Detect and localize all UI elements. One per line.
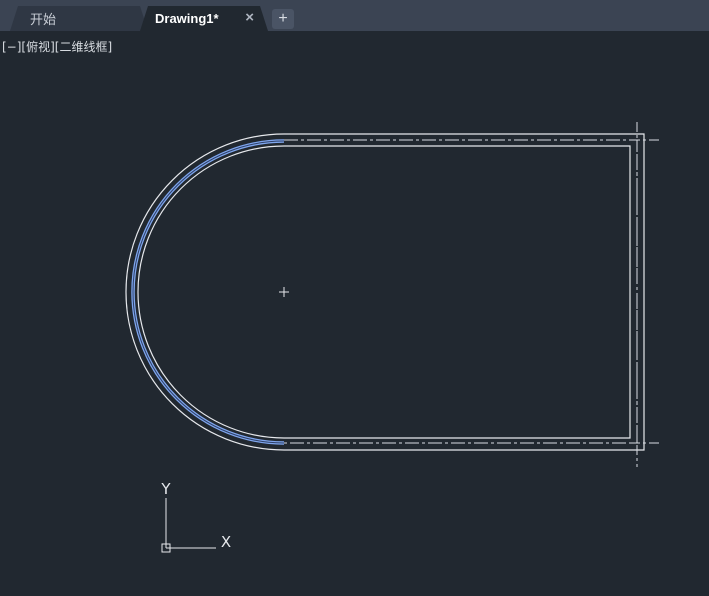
outer-wall-line[interactable]	[125, 133, 645, 451]
inner-wall-line[interactable]	[137, 145, 631, 439]
ucs-y-label: Y	[160, 480, 171, 498]
selected-arc[interactable]	[131, 139, 285, 445]
selected-arc-core	[132, 140, 285, 444]
ucs-icon	[161, 498, 216, 553]
ucs-x-label: X	[221, 533, 231, 551]
dashed-centerline[interactable]	[284, 139, 638, 444]
drawing-canvas[interactable]: Y X	[0, 0, 709, 596]
center-mark	[279, 287, 289, 297]
